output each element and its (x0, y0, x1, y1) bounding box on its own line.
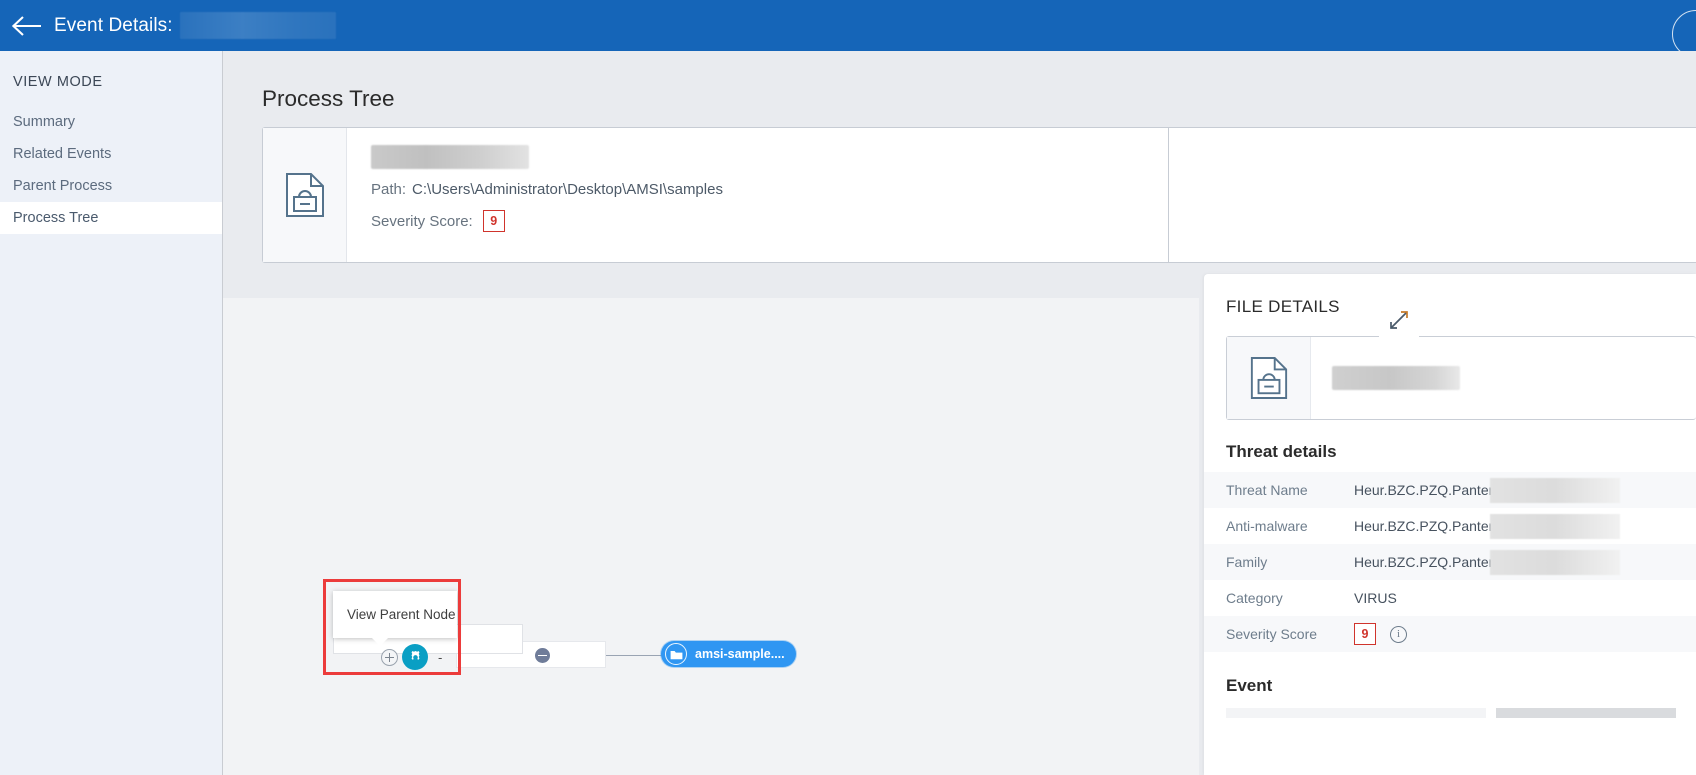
event-row-placeholder (1226, 708, 1696, 718)
tree-node-amsi-sample[interactable]: amsi-sample.... (661, 641, 796, 667)
event-row-cell (1226, 708, 1486, 718)
threat-details-table: Threat Name Heur.BZC.PZQ.Pantera Anti-ma… (1204, 472, 1696, 652)
value-redacted (1490, 550, 1620, 575)
row-value: Heur.BZC.PZQ.Pantera (1354, 514, 1696, 539)
severity-score-row: Severity Score: 9 (371, 210, 1168, 232)
event-name-redacted (179, 12, 336, 39)
sidebar-item-summary[interactable]: Summary (0, 106, 222, 138)
file-summary-body: Path: C:\Users\Administrator\Desktop\AMS… (347, 128, 1168, 262)
table-row: Category VIRUS (1204, 580, 1696, 616)
severity-score-badge: 9 (482, 210, 505, 232)
row-value-text: VIRUS (1354, 590, 1397, 606)
row-value: Heur.BZC.PZQ.Pantera (1354, 478, 1696, 503)
tooltip-text: View Parent Node (347, 607, 456, 622)
sidebar-item-label: Process Tree (13, 210, 99, 226)
file-path-row: Path: C:\Users\Administrator\Desktop\AMS… (371, 181, 1168, 198)
sidebar-item-label: Summary (13, 114, 76, 130)
folder-icon (665, 643, 687, 665)
page-header-title: Event Details: (54, 14, 173, 36)
top-header-bar: Event Details: (0, 0, 1696, 58)
view-mode-sidebar: VIEW MODE Summary Related Events Parent … (0, 51, 223, 775)
status-badge: 9 (1354, 623, 1376, 645)
sidebar-item-label: Related Events (13, 146, 112, 162)
row-value-text: Heur.BZC.PZQ.Pantera (1354, 554, 1502, 570)
parent-node-controls: - (381, 644, 442, 670)
parent-node-label: - (438, 649, 443, 665)
value-redacted (1490, 478, 1620, 503)
summary-card-empty-region (1169, 128, 1696, 262)
row-key: Anti-malware (1226, 518, 1308, 534)
sidebar-heading: VIEW MODE (13, 74, 103, 90)
back-arrow-icon[interactable] (10, 11, 44, 41)
row-value-text: Heur.BZC.PZQ.Pantera (1354, 518, 1502, 534)
tree-node-label: amsi-sample.... (695, 647, 785, 661)
info-icon[interactable]: i (1390, 625, 1407, 643)
sidebar-item-label: Parent Process (13, 178, 113, 194)
sidebar-item-related-events[interactable]: Related Events (0, 138, 222, 170)
circle-plus-icon[interactable] (381, 648, 398, 666)
event-details-page: Event Details: VIEW MODE Summary Related… (0, 0, 1696, 775)
file-path-label: Path: (371, 181, 407, 198)
file-name-redacted (1332, 366, 1460, 390)
circle-minus-icon[interactable] (535, 648, 550, 663)
gear-icon[interactable] (402, 644, 428, 670)
sidebar-item-process-tree[interactable]: Process Tree (0, 202, 222, 234)
file-details-panel: FILE DETAILS Threat details Threat Name … (1204, 274, 1696, 775)
row-key: Severity Score (1226, 626, 1318, 642)
row-key: Category (1226, 590, 1283, 606)
sidebar-list: Summary Related Events Parent Process Pr… (0, 106, 222, 234)
file-name-redacted (371, 145, 529, 169)
process-tree-canvas[interactable]: amsi-sample.... - View Parent Node (223, 298, 1199, 775)
table-row: Family Heur.BZC.PZQ.Pantera (1204, 544, 1696, 580)
threat-details-title: Threat details (1226, 442, 1337, 461)
table-row: Anti-malware Heur.BZC.PZQ.Pantera (1204, 508, 1696, 544)
row-value: Heur.BZC.PZQ.Pantera (1354, 550, 1696, 575)
file-path-value: C:\Users\Administrator\Desktop\AMSI\samp… (412, 181, 723, 198)
event-row-redacted (1496, 708, 1676, 718)
sidebar-item-parent-process[interactable]: Parent Process (0, 170, 222, 202)
table-row: Threat Name Heur.BZC.PZQ.Pantera (1204, 472, 1696, 508)
file-details-card (1226, 336, 1696, 420)
row-value: 9 i (1354, 623, 1696, 645)
file-lock-icon (1227, 337, 1311, 419)
file-lock-icon (263, 128, 347, 262)
row-key: Family (1226, 554, 1268, 570)
row-key: Threat Name (1226, 482, 1308, 498)
view-parent-node-tooltip[interactable]: View Parent Node (333, 591, 457, 646)
page-title: Process Tree (262, 86, 395, 111)
row-value-text: Heur.BZC.PZQ.Pantera (1354, 482, 1502, 498)
row-value: VIRUS (1354, 590, 1696, 606)
value-redacted (1490, 514, 1620, 539)
file-details-title: FILE DETAILS (1226, 297, 1340, 316)
severity-score-label: Severity Score: (371, 212, 473, 230)
table-row-severity: Severity Score 9 i (1204, 616, 1696, 652)
event-section-title: Event (1226, 676, 1273, 695)
expand-diagonal-icon[interactable] (1379, 300, 1419, 340)
file-summary-card: Path: C:\Users\Administrator\Desktop\AMS… (262, 127, 1696, 263)
